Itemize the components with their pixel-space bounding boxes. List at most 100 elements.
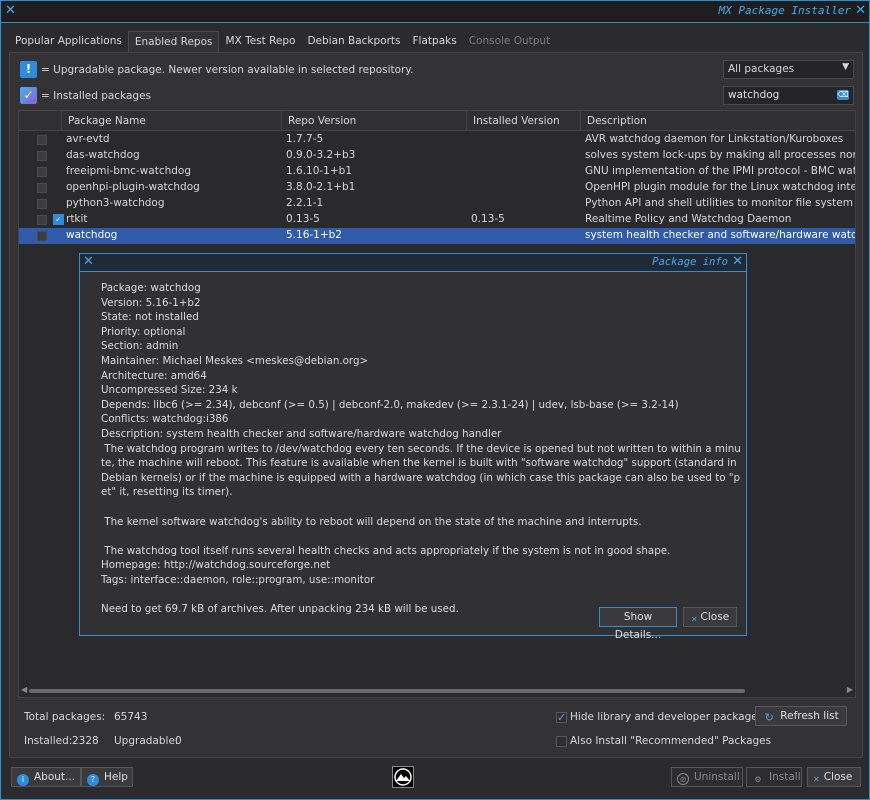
help-button[interactable]: ? Help bbox=[81, 767, 133, 787]
mx-logo-icon bbox=[392, 766, 414, 788]
window-title: MX Package Installer bbox=[718, 4, 851, 17]
table-row[interactable]: watchdog 5.16-1+b2 system health checker a… bbox=[19, 228, 856, 244]
scroll-right-icon[interactable]: ▶ bbox=[847, 685, 853, 694]
cell-package-name: freeipmi-bmc-watchdog bbox=[66, 165, 191, 177]
cell-package-name: rtkit bbox=[66, 213, 88, 225]
install-button[interactable]: ⚙ Install bbox=[746, 767, 802, 787]
info-line: Architecture: amd64 bbox=[101, 369, 207, 382]
tab-enabled-repos[interactable]: Enabled Repos bbox=[127, 31, 220, 53]
tab-debian-backports[interactable]: Debian Backports bbox=[301, 31, 406, 53]
cell-description: system health checker and software/hardw… bbox=[585, 229, 856, 241]
tab-mx-test-repo[interactable]: MX Test Repo bbox=[219, 31, 301, 53]
about-label: About... bbox=[34, 771, 76, 783]
chevron-down-icon: ▼ bbox=[842, 62, 849, 72]
total-packages-value: 65743 bbox=[114, 711, 148, 723]
homepage-line: Homepage: http://watchdog.sourceforge.ne… bbox=[101, 559, 331, 572]
search-input[interactable]: watchdog ⌫ bbox=[723, 86, 854, 105]
scroll-left-icon[interactable]: ◀ bbox=[21, 685, 27, 694]
cell-repo-version: 0.9.0-3.2+b3 bbox=[286, 149, 356, 161]
info-line: State: not installed bbox=[101, 311, 199, 324]
refresh-icon: ↻ bbox=[764, 711, 774, 724]
row-select-checkbox[interactable] bbox=[37, 151, 47, 161]
column-header-repo-version[interactable]: Repo Version bbox=[281, 111, 466, 131]
installed-value: 2328 bbox=[72, 735, 99, 747]
installed-label: Installed: bbox=[24, 735, 73, 747]
search-value: watchdog bbox=[728, 89, 780, 101]
about-button[interactable]: i About... bbox=[11, 767, 82, 787]
refresh-list-button[interactable]: ↻ Refresh list bbox=[755, 706, 847, 726]
close-button[interactable]: ✕ Close bbox=[807, 767, 861, 787]
table-row[interactable]: freeipmi-bmc-watchdog 1.6.10-1+b1 GNU impl… bbox=[19, 164, 855, 180]
dialog-close-label: Close bbox=[700, 611, 730, 623]
tab-console-output[interactable]: Console Output bbox=[463, 31, 557, 53]
tags-line: Tags: interface::daemon, role::program, … bbox=[101, 573, 375, 586]
clear-search-icon[interactable]: ⌫ bbox=[837, 90, 849, 100]
uninstall-button[interactable]: ⊘ Uninstall bbox=[671, 767, 743, 787]
cell-description: solves system lock-ups by making all pro… bbox=[585, 149, 855, 161]
info-line: Version: 5.16-1+b2 bbox=[101, 296, 201, 309]
legend-upgradable-text: = Upgradable package. Newer version avai… bbox=[41, 63, 414, 76]
row-select-checkbox[interactable] bbox=[37, 183, 47, 193]
row-select-checkbox[interactable] bbox=[37, 215, 47, 225]
row-select-checkbox[interactable] bbox=[37, 135, 47, 145]
description-paragraph-2: The kernel software watchdog's ability t… bbox=[101, 515, 642, 528]
table-row[interactable]: python3-watchdog 2.2.1-1 Python API and sh… bbox=[19, 196, 855, 212]
upgradable-value: 0 bbox=[175, 735, 182, 747]
info-line: Maintainer: Michael Meskes <meskes@debia… bbox=[101, 354, 369, 367]
install-label: Install bbox=[769, 771, 801, 783]
info-line: Package: watchdog bbox=[101, 282, 201, 294]
cell-repo-version: 2.2.1-1 bbox=[286, 197, 324, 209]
package-filter-dropdown[interactable]: All packages ▼ bbox=[723, 60, 854, 79]
package-info-text: Package: watchdog Version: 5.16-1+b2 Sta… bbox=[101, 281, 741, 617]
horizontal-scrollbar[interactable]: ◀ ▶ bbox=[19, 685, 855, 697]
cell-description: Realtime Policy and Watchdog Daemon bbox=[585, 213, 792, 225]
install-recommended-label[interactable]: Also Install "Recommended" Packages bbox=[570, 735, 771, 747]
cell-description: GNU implementation of the IPMI protocol … bbox=[585, 165, 855, 177]
cell-installed-version: 0.13-5 bbox=[471, 213, 505, 225]
window-menu-icon[interactable]: ✕ bbox=[5, 3, 16, 18]
total-packages-label: Total packages: bbox=[24, 711, 106, 723]
hide-library-label[interactable]: Hide library and developer packages bbox=[570, 711, 763, 723]
info-line: Depends: libc6 (>= 2.34), debconf (>= 0.… bbox=[101, 398, 679, 411]
table-row[interactable]: das-watchdog 0.9.0-3.2+b3 solves system lo… bbox=[19, 148, 855, 164]
cell-repo-version: 1.7.7-5 bbox=[286, 133, 324, 145]
cell-package-name: avr-evtd bbox=[66, 133, 110, 145]
info-line: Description: system health checker and s… bbox=[101, 427, 502, 440]
window-close-icon[interactable]: ✕ bbox=[855, 3, 866, 18]
column-header-description[interactable]: Description bbox=[580, 111, 855, 131]
cell-description: OpenHPI plugin module for the Linux watc… bbox=[585, 181, 856, 193]
dialog-close-button[interactable]: ✕ Close bbox=[683, 607, 737, 627]
dialog-menu-icon[interactable]: ✕ bbox=[83, 254, 94, 269]
help-label: Help bbox=[104, 771, 128, 783]
main-window: ✕ MX Package Installer ✕ Popular Applica… bbox=[0, 0, 870, 800]
upgradable-label: Upgradable: bbox=[114, 735, 179, 747]
table-row[interactable]: openhpi-plugin-watchdog 3.8.0-2.1+b1 OpenH… bbox=[19, 180, 856, 196]
column-header-package-name[interactable]: Package Name bbox=[61, 111, 281, 131]
tab-flatpaks[interactable]: Flatpaks bbox=[407, 31, 463, 53]
legend-upgradable: ! = Upgradable package. Newer version av… bbox=[20, 61, 413, 78]
row-select-checkbox[interactable] bbox=[37, 199, 47, 209]
info-line: Section: admin bbox=[101, 340, 179, 353]
column-header-check[interactable] bbox=[19, 111, 61, 131]
install-recommended-checkbox[interactable] bbox=[556, 736, 567, 747]
table-row[interactable]: avr-evtd 1.7.7-5 AVR watchdog daemon for L… bbox=[19, 132, 855, 148]
row-select-checkbox[interactable] bbox=[37, 231, 47, 241]
close-label: Close bbox=[823, 771, 853, 783]
cell-repo-version: 1.6.10-1+b1 bbox=[286, 165, 353, 177]
column-header-installed-version[interactable]: Installed Version bbox=[466, 111, 580, 131]
show-details-button[interactable]: Show Details... bbox=[599, 607, 677, 641]
row-select-checkbox[interactable] bbox=[37, 167, 47, 177]
refresh-list-label: Refresh list bbox=[780, 710, 839, 722]
cell-package-name: openhpi-plugin-watchdog bbox=[66, 181, 200, 193]
cell-repo-version: 5.16-1+b2 bbox=[286, 229, 342, 241]
dialog-close-icon[interactable]: ✕ bbox=[732, 254, 743, 269]
uninstall-icon: ⊘ bbox=[677, 773, 689, 785]
table-row[interactable]: ✓ rtkit 0.13-5 0.13-5 Realtime Policy and Wa… bbox=[19, 212, 855, 228]
cell-description: AVR watchdog daemon for Linkstation/Kuro… bbox=[585, 133, 844, 145]
hide-library-checkbox[interactable]: ✓ bbox=[556, 712, 567, 723]
legend-installed-text: = Installed packages bbox=[41, 89, 152, 102]
tab-popular-applications[interactable]: Popular Applications bbox=[9, 31, 128, 53]
description-paragraph-3: The watchdog tool itself runs several he… bbox=[101, 544, 671, 557]
scrollbar-thumb[interactable] bbox=[29, 689, 745, 693]
table-header: Package Name Repo Version Installed Vers… bbox=[19, 111, 855, 131]
